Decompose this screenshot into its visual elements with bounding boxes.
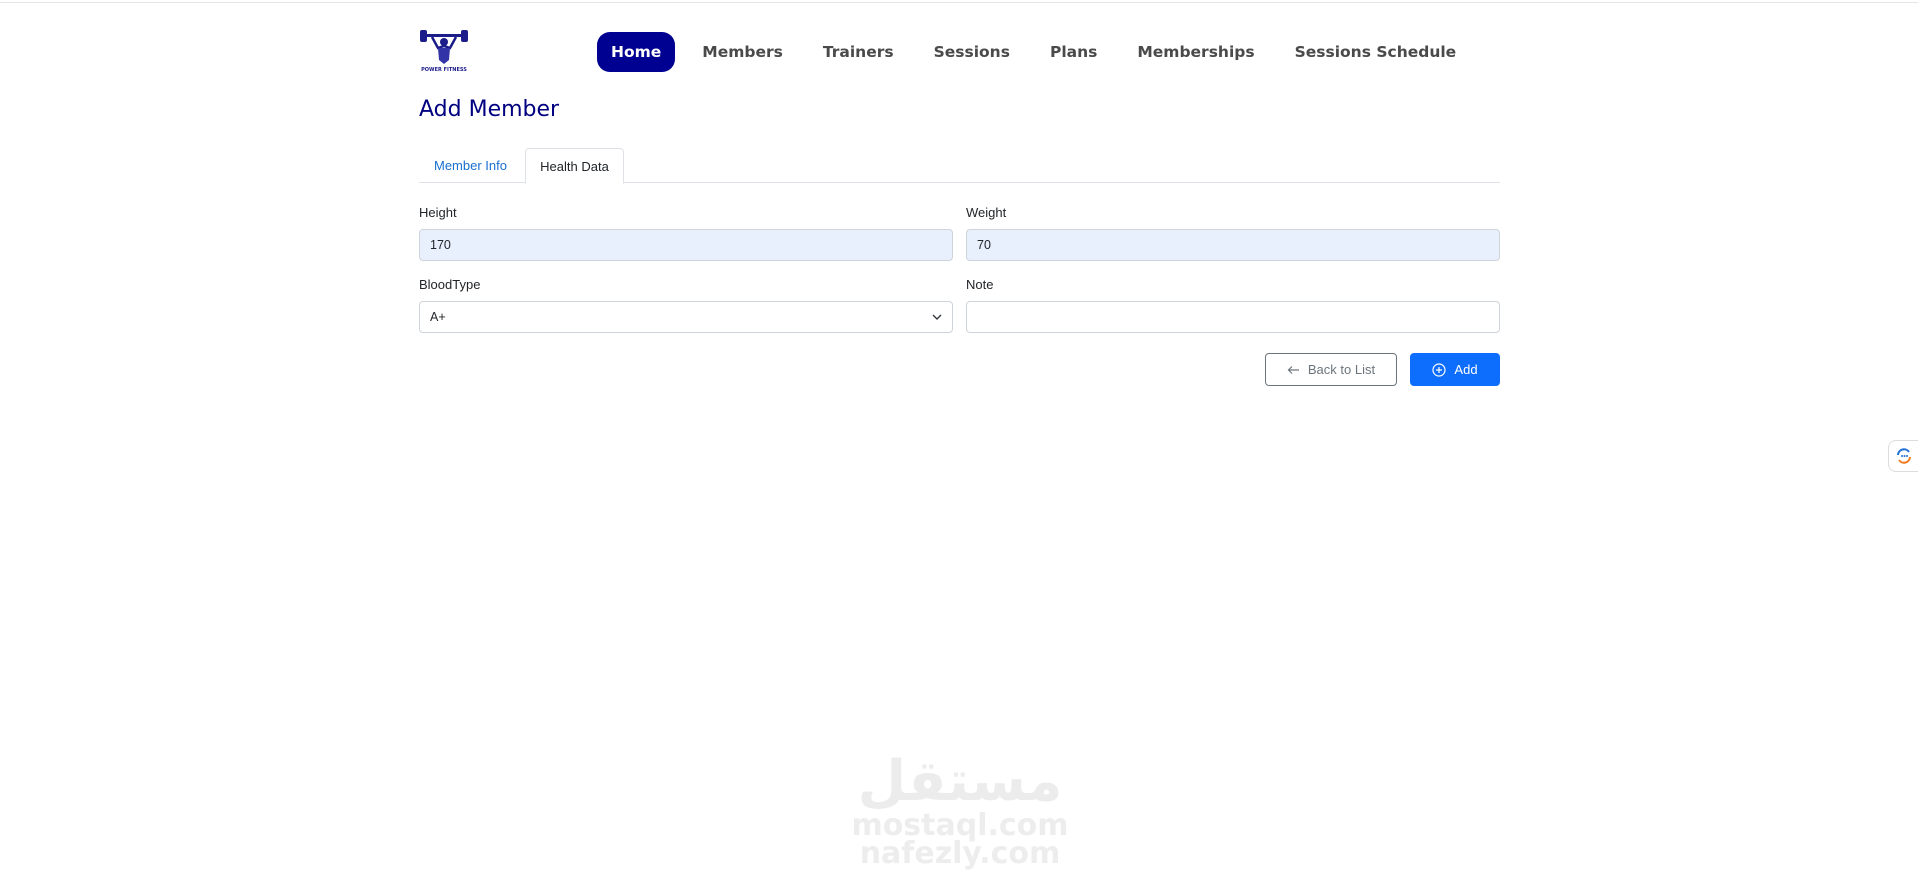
watermark: مستقل mostaql.com nafezly.com <box>840 749 1080 871</box>
nav-members[interactable]: Members <box>682 32 803 72</box>
weight-input[interactable]: 70 <box>966 229 1500 261</box>
nav-sessions-schedule[interactable]: Sessions Schedule <box>1275 32 1477 72</box>
height-input[interactable]: 170 <box>419 229 953 261</box>
chevron-down-icon <box>932 314 942 320</box>
nav-home[interactable]: Home <box>597 32 676 72</box>
nav-trainers[interactable]: Trainers <box>803 32 914 72</box>
nav-plans[interactable]: Plans <box>1030 32 1117 72</box>
blood-type-label: BloodType <box>419 277 481 292</box>
page-title: Add Member <box>419 97 560 122</box>
logo-text: POWER FITNESS <box>421 67 467 73</box>
note-input[interactable] <box>966 301 1500 333</box>
back-to-list-label: Back to List <box>1307 362 1376 377</box>
watermark-arabic: مستقل <box>857 749 1065 814</box>
add-label: Add <box>1454 362 1478 377</box>
weight-label: Weight <box>966 205 1007 220</box>
nav-memberships[interactable]: Memberships <box>1117 32 1274 72</box>
power-fitness-logo[interactable]: POWER FITNESS <box>418 26 470 74</box>
blood-type-value: A+ <box>430 310 446 324</box>
nav-sessions[interactable]: Sessions <box>914 32 1030 72</box>
side-widget[interactable] <box>1888 440 1918 472</box>
add-button[interactable]: Add <box>1410 353 1500 386</box>
tab-health-data[interactable]: Health Data <box>525 148 624 184</box>
form-tabs: Member Info Health Data <box>419 148 1500 184</box>
arrow-left-icon <box>1287 365 1299 374</box>
main-nav: Home Members Trainers Sessions Plans Mem… <box>597 32 1476 72</box>
top-border <box>0 0 1918 3</box>
height-label: Height <box>419 205 457 220</box>
back-to-list-button[interactable]: Back to List <box>1265 353 1397 386</box>
watermark-mostaql: mostaql.com <box>851 808 1069 843</box>
plus-circle-icon <box>1432 362 1447 377</box>
note-label: Note <box>966 277 994 292</box>
blood-type-select[interactable]: A+ <box>419 301 953 333</box>
chat-sync-icon <box>1896 448 1911 464</box>
tab-member-info[interactable]: Member Info <box>434 148 507 183</box>
watermark-nafezly: nafezly.com <box>859 836 1061 871</box>
